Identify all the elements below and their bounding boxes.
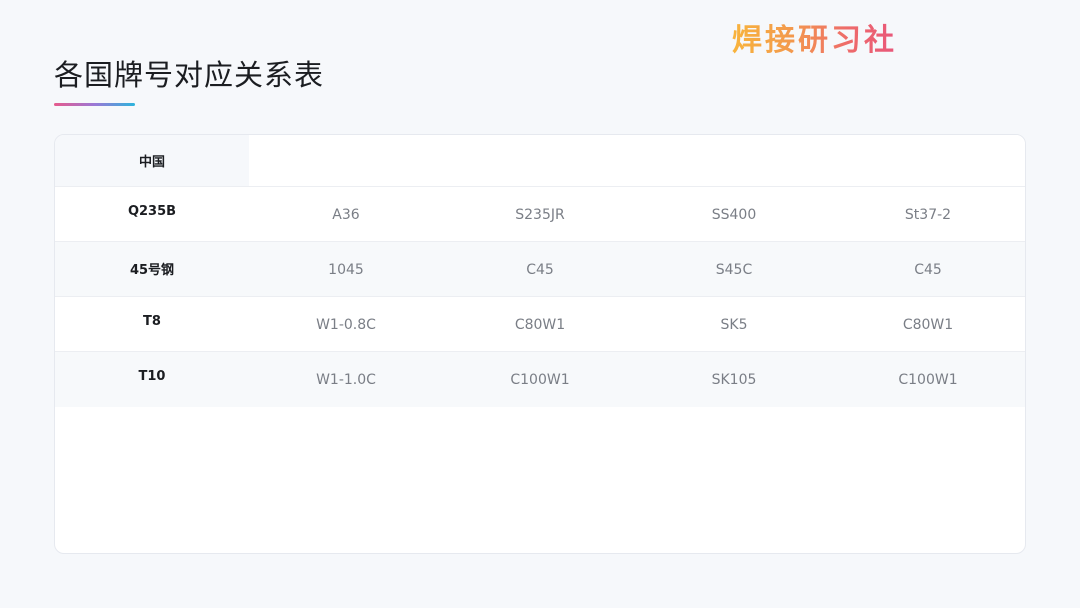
row-label: T8 (143, 314, 161, 329)
header-empty-area (249, 135, 1025, 186)
page-title: 各国牌号对应关系表 (54, 58, 325, 92)
table-cell: 1045 (328, 262, 364, 278)
brand-logo: 焊接研习社 (732, 23, 897, 58)
table-row: Q235B A36 S235JR SS400 St37-2 (55, 187, 1025, 242)
table-cell: S235JR (515, 207, 565, 223)
table-cell: C45 (914, 262, 942, 278)
row-label: Q235B (127, 204, 177, 219)
table-header-row: 中国 (55, 135, 1025, 187)
table-cell: C100W1 (898, 372, 958, 388)
table-row: 45号钢 1045 C45 S45C C45 (55, 242, 1025, 297)
table-cell: St37-2 (904, 207, 952, 223)
table-cell: C100W1 (510, 372, 570, 388)
table-cell: C45 (526, 262, 554, 278)
row-label: 45号钢 (129, 263, 175, 278)
table-cell: W1-0.8C (316, 317, 376, 333)
table-cell: SK5 (720, 317, 748, 333)
table-cell: C80W1 (514, 317, 566, 333)
table-cell: SK105 (711, 372, 757, 388)
table-cell: SS400 (711, 207, 757, 223)
table-cell: S45C (715, 262, 753, 278)
title-underline (54, 103, 135, 106)
table-cell: A36 (332, 207, 360, 223)
header-cell-china: 中国 (55, 135, 249, 186)
row-label: T10 (138, 369, 166, 384)
table-cell: W1-1.0C (316, 372, 376, 388)
table-row: T10 W1-1.0C C100W1 SK105 C100W1 (55, 352, 1025, 407)
table-row: T8 W1-0.8C C80W1 SK5 C80W1 (55, 297, 1025, 352)
table-cell: C80W1 (902, 317, 954, 333)
grade-comparison-table: 中国 Q235B A36 S235JR SS400 St37-2 45号钢 10… (54, 134, 1026, 554)
